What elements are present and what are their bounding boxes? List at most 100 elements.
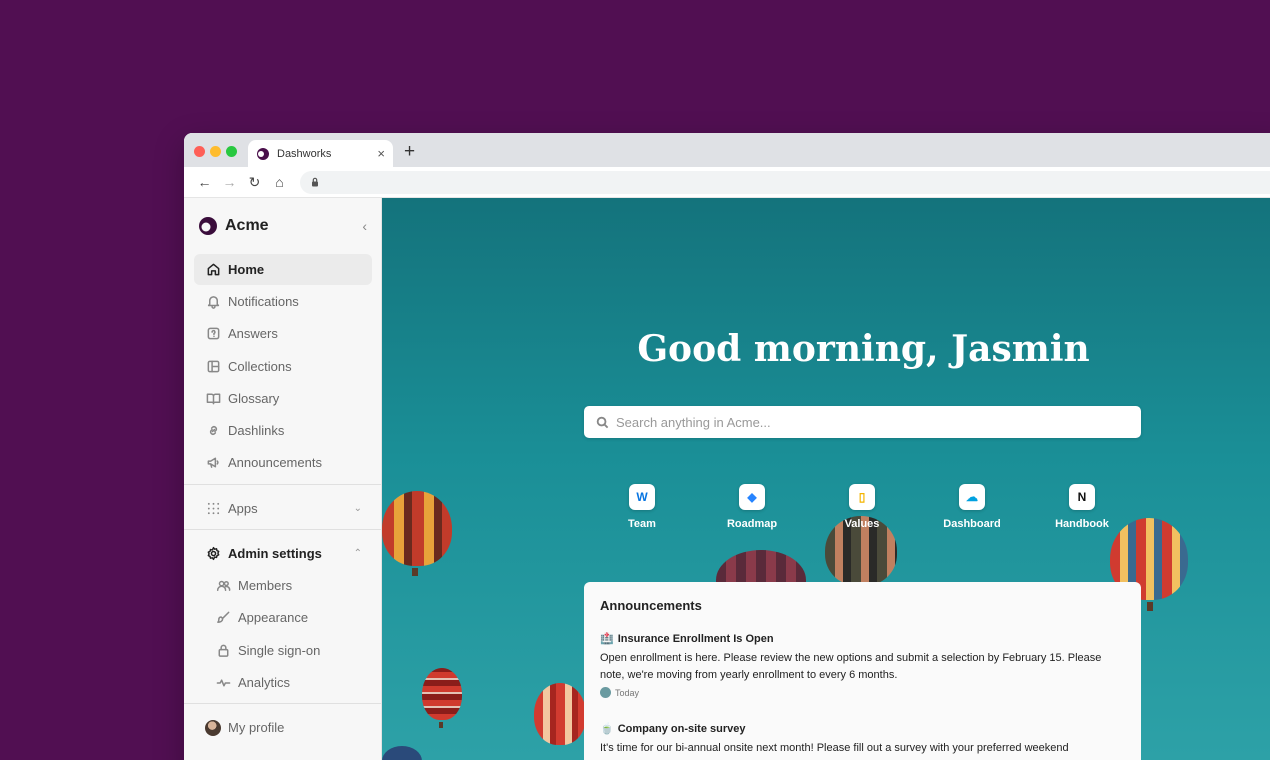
announcement-meta: Today — [600, 687, 1125, 698]
acme-logo-icon — [199, 216, 217, 235]
bell-icon — [205, 294, 221, 310]
search-icon — [596, 416, 609, 428]
hospital-icon: 🏥 — [600, 633, 614, 645]
announcement-body: Open enrollment is here. Please review t… — [600, 652, 1102, 681]
sidebar-item-apps[interactable]: Apps ⌄ — [194, 493, 372, 524]
address-bar[interactable] — [300, 170, 1270, 194]
announcements-card: Announcements 🏥 Insurance Enrollment Is O… — [584, 582, 1141, 760]
sidebar-item-notifications[interactable]: Notifications — [194, 286, 372, 317]
forward-arrow-icon[interactable]: → — [217, 174, 242, 190]
sidebar-item-my-profile[interactable]: My profile — [194, 712, 372, 743]
megaphone-icon — [205, 455, 221, 471]
workday-icon: W — [629, 484, 655, 510]
notion-icon: N — [1069, 484, 1095, 510]
sidebar-item-label: Glossary — [228, 391, 280, 406]
tab-title: Dashworks — [277, 147, 332, 160]
sidebar-item-single-sign-on[interactable]: Single sign-on — [204, 635, 372, 666]
minimize-window-button[interactable] — [210, 146, 221, 157]
announcement-title-text: Insurance Enrollment Is Open — [617, 633, 774, 645]
sidebar-item-label: Single sign-on — [238, 643, 321, 658]
sidebar-item-home[interactable]: Home — [194, 254, 372, 285]
sidebar-item-label: Notifications — [228, 294, 299, 309]
browser-navbar: ← → ↻ ⌂ — [184, 167, 1270, 198]
announcement-date: Today — [615, 687, 640, 698]
dashworks-app: Acme ‹ Home Notifications Answers Collec… — [184, 198, 1270, 760]
shortcut-roadmap[interactable]: ◆ Roadmap — [707, 484, 797, 530]
search-input[interactable]: Search anything in Acme... — [584, 406, 1141, 438]
sidebar-item-label: Members — [238, 578, 293, 593]
shortcut-label: Values — [844, 518, 880, 530]
avatar — [205, 719, 221, 736]
sidebar-item-dashlinks[interactable]: Dashlinks — [194, 415, 372, 446]
sidebar-item-label: Announcements — [228, 455, 322, 470]
grid-icon — [205, 501, 221, 517]
sidebar-item-analytics[interactable]: Analytics — [204, 667, 372, 698]
sidebar-item-label: Collections — [228, 359, 292, 374]
salesforce-icon: ☁ — [959, 484, 985, 510]
shortcut-dashboard[interactable]: ☁ Dashboard — [927, 484, 1017, 530]
new-tab-button[interactable]: + — [404, 140, 415, 164]
sidebar-item-label: Appearance — [238, 610, 309, 625]
sidebar-brand: Acme ‹ — [184, 198, 381, 253]
sidebar: Acme ‹ Home Notifications Answers Collec… — [184, 198, 382, 760]
answer-icon — [205, 326, 221, 342]
sidebar-item-appearance[interactable]: Appearance — [204, 602, 372, 633]
reload-icon[interactable]: ↻ — [242, 174, 267, 191]
chevron-up-icon: ⌃ — [353, 548, 362, 559]
lock-icon — [215, 643, 231, 659]
announcement-title: 🍵 Company on-site survey — [600, 722, 1125, 735]
browser-tab[interactable]: Dashworks × — [248, 140, 393, 167]
maximize-window-button[interactable] — [226, 146, 237, 157]
collection-icon — [205, 359, 221, 375]
announcement-title-text: Company on-site survey — [617, 723, 746, 735]
jira-icon: ◆ — [739, 484, 765, 510]
greeting-heading: Good morning, Jasmin — [637, 328, 1090, 370]
announcement-body: It's time for our bi-annual onsite next … — [600, 742, 1069, 754]
workspace-name: Acme — [225, 216, 269, 234]
shortcut-team[interactable]: W Team — [597, 484, 687, 530]
chevron-down-icon: ⌄ — [353, 503, 362, 514]
sidebar-item-answers[interactable]: Answers — [194, 318, 372, 349]
sidebar-item-label: My profile — [228, 720, 285, 735]
shortcut-values[interactable]: ▯ Values — [817, 484, 907, 530]
home-main: Good morning, Jasmin Search anything in … — [382, 198, 1270, 760]
search-placeholder: Search anything in Acme... — [616, 414, 771, 430]
brush-icon — [215, 610, 231, 626]
announcement-title: 🏥 Insurance Enrollment Is Open — [600, 632, 1125, 645]
shortcut-label: Team — [628, 518, 656, 530]
announcement-item[interactable]: 🍵 Company on-site survey It's time for ou… — [600, 722, 1125, 757]
users-icon — [215, 578, 231, 594]
sidebar-item-glossary[interactable]: Glossary — [194, 383, 372, 414]
sidebar-item-members[interactable]: Members — [204, 570, 372, 601]
sidebar-item-label: Answers — [228, 326, 278, 341]
sidebar-item-admin-settings[interactable]: Admin settings ⌃ — [194, 538, 372, 569]
shortcut-label: Dashboard — [943, 518, 1001, 530]
close-window-button[interactable] — [194, 146, 205, 157]
sidebar-divider — [184, 484, 381, 485]
collapse-sidebar-icon[interactable]: ‹ — [362, 218, 367, 234]
sidebar-item-announcements[interactable]: Announcements — [194, 447, 372, 478]
dashworks-logo-icon — [257, 147, 269, 160]
sidebar-item-label: Analytics — [238, 675, 291, 690]
browser-window: Dashworks × + ← → ↻ ⌂ Acme ‹ Home Notifi… — [184, 133, 1270, 760]
shortcut-handbook[interactable]: N Handbook — [1037, 484, 1127, 530]
author-avatar — [600, 687, 611, 698]
browser-tabbar: Dashworks × + — [184, 133, 1270, 167]
announcement-item[interactable]: 🏥 Insurance Enrollment Is Open Open enrol… — [600, 632, 1125, 698]
shortcut-label: Roadmap — [726, 518, 778, 530]
tea-icon: 🍵 — [600, 723, 614, 735]
sidebar-divider — [184, 703, 381, 704]
sidebar-item-label: Home — [228, 262, 265, 277]
home-page-icon[interactable]: ⌂ — [267, 174, 292, 190]
docs-icon: ▯ — [849, 484, 875, 510]
sidebar-item-label: Apps — [228, 501, 258, 516]
announcements-title: Announcements — [600, 598, 702, 613]
sidebar-item-collections[interactable]: Collections — [194, 351, 372, 382]
gear-icon — [205, 546, 221, 562]
tab-close-icon[interactable]: × — [377, 146, 385, 161]
back-arrow-icon[interactable]: ← — [192, 174, 217, 190]
pulse-icon — [215, 675, 231, 691]
lock-icon — [312, 177, 318, 187]
book-icon — [205, 391, 221, 407]
sidebar-item-label: Dashlinks — [228, 423, 285, 438]
